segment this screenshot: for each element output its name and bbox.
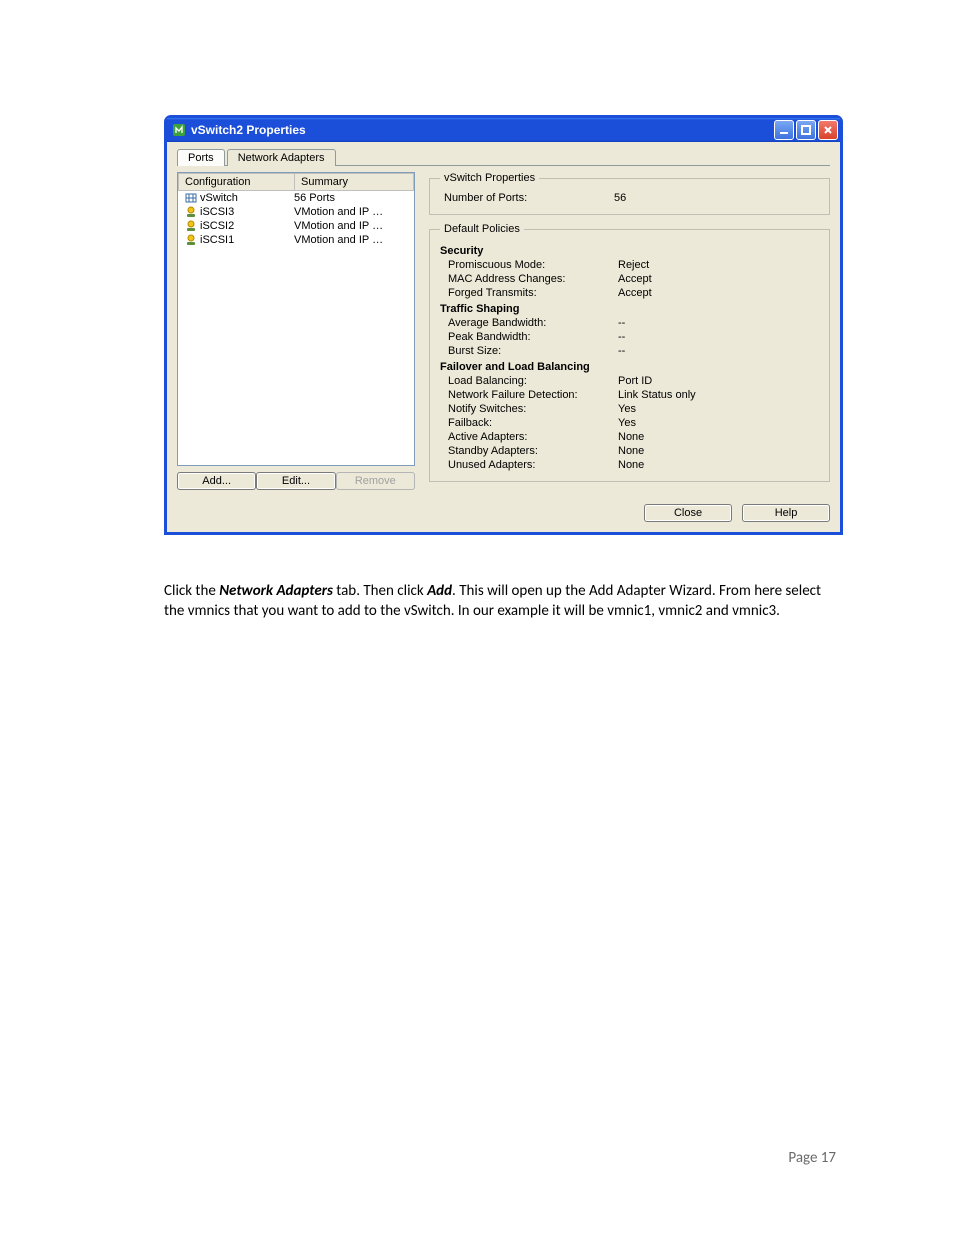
list-item-name: vSwitch (200, 192, 294, 204)
list-item-name: iSCSI3 (200, 206, 294, 218)
label: Average Bandwidth: (448, 317, 618, 329)
list-item-name: iSCSI1 (200, 234, 294, 246)
minimize-button[interactable] (774, 120, 794, 140)
titlebar[interactable]: vSwitch2 Properties (167, 118, 840, 142)
edit-button[interactable]: Edit... (256, 472, 335, 490)
column-header-configuration[interactable]: Configuration (178, 173, 294, 191)
list-item-summary: 56 Ports (294, 192, 414, 204)
close-button[interactable] (818, 120, 838, 140)
add-button[interactable]: Add... (177, 472, 256, 490)
value: None (618, 459, 819, 471)
list-item-summary: VMotion and IP … (294, 220, 414, 232)
group-default-policies: Default Policies Security Promiscuous Mo… (429, 223, 830, 482)
text: Click the (164, 582, 219, 600)
label: Unused Adapters: (448, 459, 618, 471)
value: Accept (618, 287, 819, 299)
label: Notify Switches: (448, 403, 618, 415)
dialog-help-button[interactable]: Help (742, 504, 830, 522)
page-number: Page 17 (788, 1149, 836, 1167)
list-item-name: iSCSI2 (200, 220, 294, 232)
value: Accept (618, 273, 819, 285)
list-item[interactable]: iSCSI1 VMotion and IP … (178, 233, 414, 247)
value: Yes (618, 417, 819, 429)
value: Port ID (618, 375, 819, 387)
label-number-of-ports: Number of Ports: (444, 192, 614, 204)
value: -- (618, 317, 819, 329)
label: MAC Address Changes: (448, 273, 618, 285)
label: Standby Adapters: (448, 445, 618, 457)
portgroup-icon (182, 205, 200, 219)
text: tab. Then click (333, 582, 427, 600)
dialog-close-button[interactable]: Close (644, 504, 732, 522)
list-item[interactable]: vSwitch 56 Ports (178, 191, 414, 205)
subheader-failover: Failover and Load Balancing (440, 361, 819, 373)
value: None (618, 445, 819, 457)
text-bold: Add (427, 582, 452, 600)
group-legend: Default Policies (440, 223, 524, 235)
window-title: vSwitch2 Properties (191, 123, 774, 137)
label: Failback: (448, 417, 618, 429)
value-number-of-ports: 56 (614, 192, 819, 204)
list-item[interactable]: iSCSI2 VMotion and IP … (178, 219, 414, 233)
tab-network-adapters[interactable]: Network Adapters (227, 149, 336, 166)
label: Peak Bandwidth: (448, 331, 618, 343)
value: -- (618, 345, 819, 357)
list-item-summary: VMotion and IP … (294, 234, 414, 246)
value: Link Status only (618, 389, 819, 401)
list-item-summary: VMotion and IP … (294, 206, 414, 218)
label: Active Adapters: (448, 431, 618, 443)
value: Yes (618, 403, 819, 415)
label: Promiscuous Mode: (448, 259, 618, 271)
subheader-traffic-shaping: Traffic Shaping (440, 303, 819, 315)
value: None (618, 431, 819, 443)
tab-ports[interactable]: Ports (177, 149, 225, 166)
vswitch-icon (182, 191, 200, 205)
list-item[interactable]: iSCSI3 VMotion and IP … (178, 205, 414, 219)
value: Reject (618, 259, 819, 271)
label: Network Failure Detection: (448, 389, 618, 401)
properties-dialog: vSwitch2 Properties Ports Network Adapte… (164, 115, 843, 535)
text-bold: Network Adapters (219, 582, 333, 600)
configuration-list[interactable]: Configuration Summary (177, 172, 415, 466)
maximize-button[interactable] (796, 120, 816, 140)
group-vswitch-properties: vSwitch Properties Number of Ports: 56 (429, 172, 830, 215)
remove-button: Remove (336, 472, 415, 490)
label: Forged Transmits: (448, 287, 618, 299)
label: Burst Size: (448, 345, 618, 357)
instruction-paragraph: Click the Network Adapters tab. Then cli… (164, 581, 832, 622)
value: -- (618, 331, 819, 343)
portgroup-icon (182, 219, 200, 233)
app-icon (171, 122, 187, 138)
tabstrip: Ports Network Adapters (177, 148, 830, 165)
column-header-summary[interactable]: Summary (294, 173, 414, 191)
group-legend: vSwitch Properties (440, 172, 539, 184)
label: Load Balancing: (448, 375, 618, 387)
portgroup-icon (182, 233, 200, 247)
subheader-security: Security (440, 245, 819, 257)
